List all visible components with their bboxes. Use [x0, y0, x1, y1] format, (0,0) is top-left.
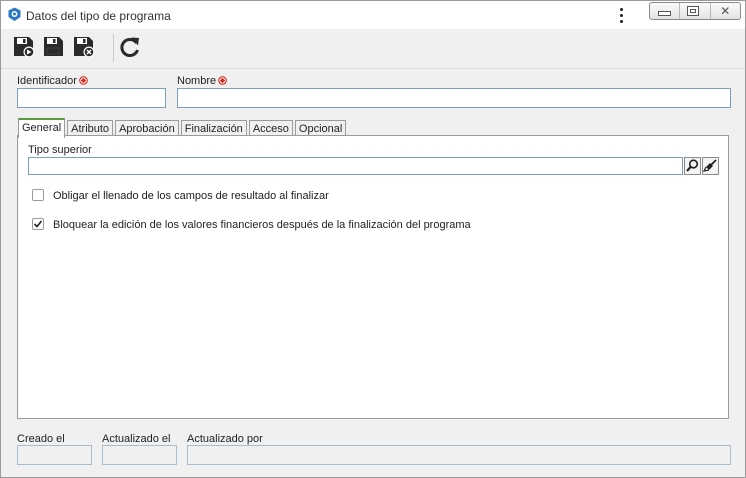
minimize-button[interactable] — [650, 3, 679, 19]
close-icon: ✕ — [720, 4, 731, 18]
actualizado-el-field — [102, 445, 177, 465]
toolbar-separator — [113, 34, 114, 62]
required-icon — [79, 76, 88, 85]
window-controls: ✕ — [649, 2, 741, 20]
clear-button[interactable] — [702, 157, 719, 175]
refresh-icon[interactable] — [118, 35, 142, 59]
bloquear-edicion-checkbox[interactable] — [32, 218, 44, 230]
check-icon — [33, 220, 43, 228]
creado-el-field — [17, 445, 92, 465]
eraser-broom-icon — [702, 159, 717, 172]
obligar-llenado-checkbox[interactable] — [32, 189, 44, 201]
tipo-superior-input[interactable] — [28, 157, 683, 175]
app-logo-icon — [8, 7, 21, 21]
close-button[interactable]: ✕ — [709, 3, 740, 19]
identificador-label-text: Identificador — [17, 75, 77, 87]
save-and-close-icon[interactable] — [72, 35, 96, 59]
nombre-label: Nombre — [177, 75, 227, 87]
window-title: Datos del tipo de programa — [26, 9, 171, 23]
actualizado-por-label: Actualizado por — [187, 433, 263, 445]
creado-el-label: Creado el — [17, 433, 65, 445]
search-button[interactable] — [684, 157, 701, 175]
toolbar — [1, 30, 745, 69]
tipo-superior-label: Tipo superior — [28, 144, 92, 156]
bloquear-edicion-label: Bloquear la edición de los valores finan… — [53, 219, 471, 231]
save-icon[interactable] — [42, 35, 66, 59]
tab-general[interactable]: General — [18, 118, 66, 138]
title-bar: Datos del tipo de programa ✕ — [1, 1, 745, 29]
actualizado-por-field — [187, 445, 731, 465]
nombre-input[interactable] — [177, 88, 731, 108]
actualizado-el-label: Actualizado el — [102, 433, 171, 445]
save-and-new-icon[interactable] — [12, 35, 36, 59]
obligar-llenado-label: Obligar el llenado de los campos de resu… — [53, 190, 329, 202]
tab-strip: General Atributo Aprobación Finalización… — [18, 118, 348, 138]
restore-icon — [687, 6, 700, 16]
maximize-button[interactable] — [679, 3, 709, 19]
nombre-label-text: Nombre — [177, 75, 217, 87]
identificador-label: Identificador — [17, 75, 88, 87]
minimize-icon — [658, 11, 671, 16]
identificador-input[interactable] — [17, 88, 166, 108]
magnifier-icon — [686, 159, 699, 172]
more-options-icon[interactable] — [615, 6, 627, 24]
dialog-window: Datos del tipo de programa ✕ Identificad… — [0, 0, 746, 478]
required-icon — [218, 76, 227, 85]
general-tab-panel — [17, 135, 729, 419]
